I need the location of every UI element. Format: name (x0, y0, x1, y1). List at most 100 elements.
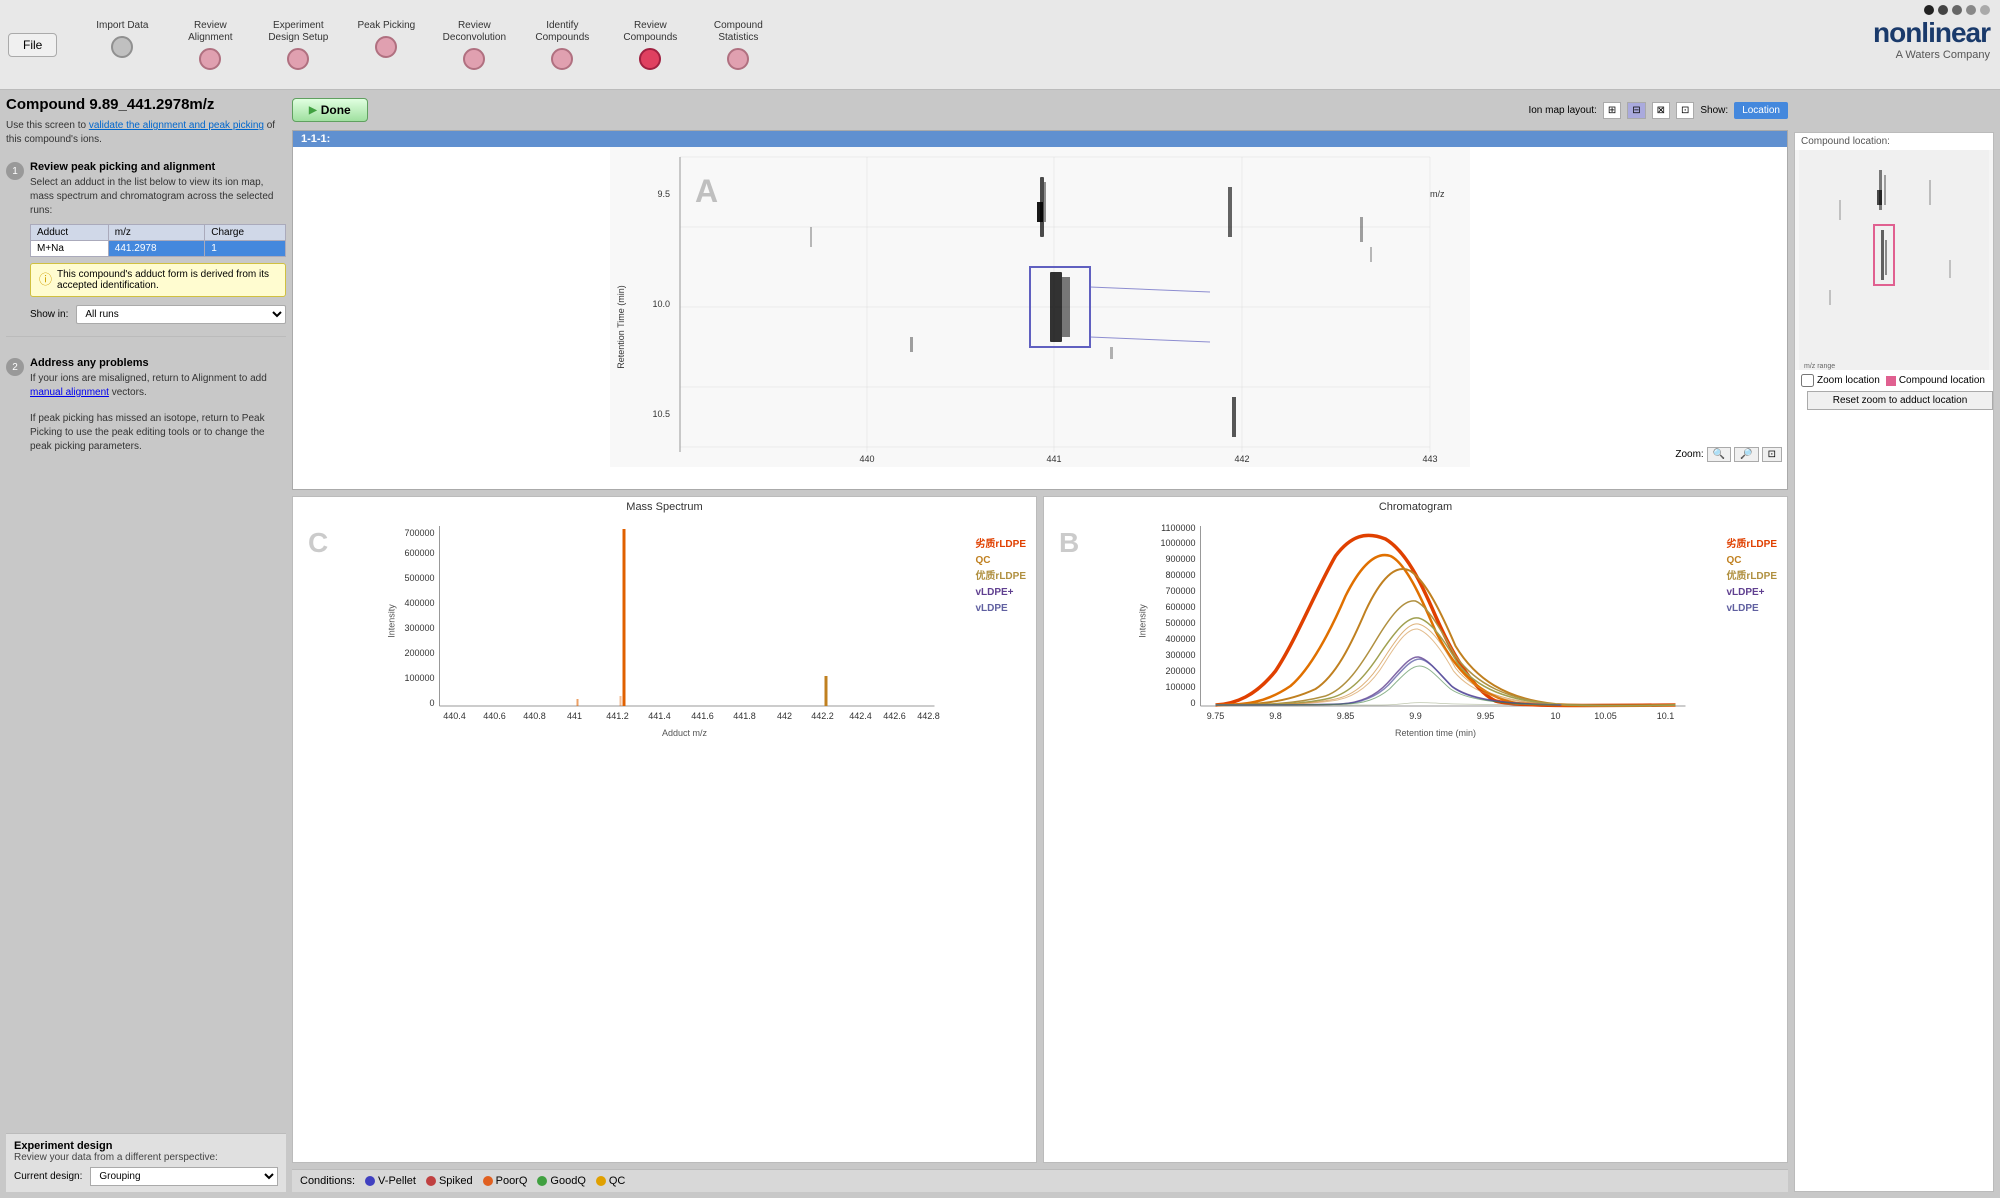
mass-spectrum-panel: Mass Spectrum C 0 100000 200000 300 (292, 496, 1037, 1163)
ion-map-svg: 440 441 442 443 9.5 10.0 10.5 m/z Retent… (293, 147, 1787, 467)
svg-text:10.5: 10.5 (652, 409, 670, 419)
svg-text:200000: 200000 (404, 648, 434, 658)
show-in-label: Show in: (30, 309, 68, 320)
step-dot-stats[interactable] (727, 48, 749, 70)
step1-number: 1 (6, 162, 24, 180)
chromatogram-legend: 劣质rLDPE QC 优质rLDPE vLDPE+ vLDPE (1726, 537, 1777, 617)
adduct-row[interactable]: M+Na 441.2978 1 (31, 241, 286, 257)
zoom-location-checkbox[interactable] (1801, 374, 1814, 387)
zoom-reset-button[interactable]: ⊡ (1762, 447, 1782, 462)
step1-heading: Review peak picking and alignment (30, 161, 286, 173)
step-dot-identify[interactable] (551, 48, 573, 70)
condition-poorq: PoorQ (483, 1175, 528, 1187)
compound-location-label: Compound location (1899, 375, 1985, 386)
workflow-step-identify: Identify Compounds (527, 20, 597, 70)
zoom-controls: Zoom: 🔍 🔎 ⊡ (1675, 447, 1782, 462)
zoom-out-button[interactable]: 🔎 (1734, 447, 1758, 462)
adduct-col-header: Adduct (31, 225, 109, 241)
svg-text:m/z range: m/z range (1804, 363, 1835, 370)
svg-text:800000: 800000 (1165, 570, 1195, 580)
svg-text:Retention time (min): Retention time (min) (1395, 728, 1476, 738)
svg-text:A: A (695, 173, 718, 209)
experiment-design: Experiment design Review your data from … (6, 1133, 286, 1192)
workflow-step-review: Review Compounds (615, 20, 685, 70)
svg-text:10.1: 10.1 (1657, 711, 1675, 721)
right-panel: Compound location: (1794, 96, 1994, 1192)
mz-value: 441.2978 (108, 241, 204, 257)
brand-area: nonlinear A Waters Company (1873, 5, 1990, 61)
svg-text:1000000: 1000000 (1160, 538, 1195, 548)
chromatogram-svg: 0 100000 200000 300000 400000 500000 600… (1048, 521, 1783, 741)
svg-text:700000: 700000 (1165, 586, 1195, 596)
svg-text:500000: 500000 (1165, 618, 1195, 628)
svg-text:442.6: 442.6 (883, 711, 906, 721)
step-dot-alignment[interactable] (199, 48, 221, 70)
workflow-step-alignment: Review Alignment (175, 20, 245, 70)
bottom-bar: Conditions: V-Pellet Spiked PoorQ GoodQ (292, 1169, 1788, 1192)
file-button[interactable]: File (8, 33, 57, 57)
reset-zoom-button[interactable]: Reset zoom to adduct location (1807, 391, 1993, 410)
layout-btn-3[interactable]: ⊠ (1652, 102, 1670, 119)
svg-text:441.2: 441.2 (606, 711, 629, 721)
svg-text:443: 443 (1422, 454, 1437, 464)
svg-text:400000: 400000 (1165, 634, 1195, 644)
layout-btn-1[interactable]: ⊞ (1603, 102, 1621, 119)
condition-goodq: GoodQ (537, 1175, 585, 1187)
svg-text:9.5: 9.5 (657, 189, 670, 199)
workflow-steps: Import Data Review Alignment Experiment … (87, 20, 773, 70)
svg-text:9.8: 9.8 (1269, 711, 1282, 721)
compound-location-title: Compound location: (1795, 133, 1993, 150)
location-button[interactable]: Location (1734, 102, 1788, 119)
svg-text:400000: 400000 (404, 598, 434, 608)
svg-text:441: 441 (1046, 454, 1061, 464)
compound-location-map: m/z range (1795, 150, 1993, 370)
zoom-in-button[interactable]: 🔍 (1707, 447, 1731, 462)
svg-text:500000: 500000 (404, 573, 434, 583)
workflow-step-deconv: Review Deconvolution (439, 20, 509, 70)
alignment-link[interactable]: validate the alignment and peak picking (89, 120, 264, 131)
step-dot-deconv[interactable] (463, 48, 485, 70)
brand-subtitle: A Waters Company (1873, 49, 1990, 61)
center-panel: Done Ion map layout: ⊞ ⊟ ⊠ ⊡ Show: Locat… (292, 96, 1788, 1192)
step1-content: Review peak picking and alignment Select… (30, 161, 286, 324)
step2-text1: If your ions are misaligned, return to A… (30, 372, 286, 400)
alignment-link2[interactable]: manual alignment (30, 387, 109, 398)
svg-text:Intensity: Intensity (1138, 604, 1148, 638)
chromatogram-body[interactable]: B 0 100000 200000 300000 400000 500000 (1044, 517, 1787, 1162)
current-design-select[interactable]: Grouping (90, 1167, 278, 1186)
svg-text:300000: 300000 (404, 623, 434, 633)
svg-text:440.8: 440.8 (523, 711, 546, 721)
layout-btn-4[interactable]: ⊡ (1676, 102, 1694, 119)
svg-text:442: 442 (777, 711, 792, 721)
zoom-location-label: Zoom location (1817, 375, 1880, 386)
svg-text:600000: 600000 (404, 548, 434, 558)
step-dot-peakpick[interactable] (375, 36, 397, 58)
charge-col-header: Charge (205, 225, 286, 241)
step2-number: 2 (6, 358, 24, 376)
mass-spectrum-legend: 劣质rLDPE QC 优质rLDPE vLDPE+ vLDPE (975, 537, 1026, 617)
mass-spectrum-body[interactable]: C 0 100000 200000 300000 400000 500000 (293, 517, 1036, 1162)
right-panel-spacer (1794, 96, 1994, 126)
content-area: Compound 9.89_441.2978m/z Use this scree… (0, 90, 2000, 1198)
adduct-value: M+Na (31, 241, 109, 257)
svg-text:441.6: 441.6 (691, 711, 714, 721)
svg-text:442: 442 (1234, 454, 1249, 464)
done-button[interactable]: Done (292, 98, 368, 122)
layout-btn-2[interactable]: ⊟ (1627, 102, 1645, 119)
svg-text:441: 441 (567, 711, 582, 721)
svg-text:0: 0 (1190, 698, 1195, 708)
svg-text:0: 0 (429, 698, 434, 708)
svg-text:440.4: 440.4 (443, 711, 466, 721)
svg-text:Retention Time (min): Retention Time (min) (616, 285, 626, 369)
zoom-location-controls: Zoom location Compound location (1795, 370, 1993, 391)
ion-map-body[interactable]: 440 441 442 443 9.5 10.0 10.5 m/z Retent… (293, 147, 1787, 467)
main-container: File Import Data Review Alignment Experi… (0, 0, 2000, 1198)
step-dot-import[interactable] (111, 36, 133, 58)
show-in-select[interactable]: All runs Selected runs (76, 305, 286, 324)
divider-1 (6, 336, 286, 337)
step-dot-review[interactable] (639, 48, 661, 70)
svg-text:10.05: 10.05 (1594, 711, 1617, 721)
workflow-step-import: Import Data (87, 20, 157, 58)
condition-spiked: Spiked (426, 1175, 473, 1187)
step-dot-design[interactable] (287, 48, 309, 70)
